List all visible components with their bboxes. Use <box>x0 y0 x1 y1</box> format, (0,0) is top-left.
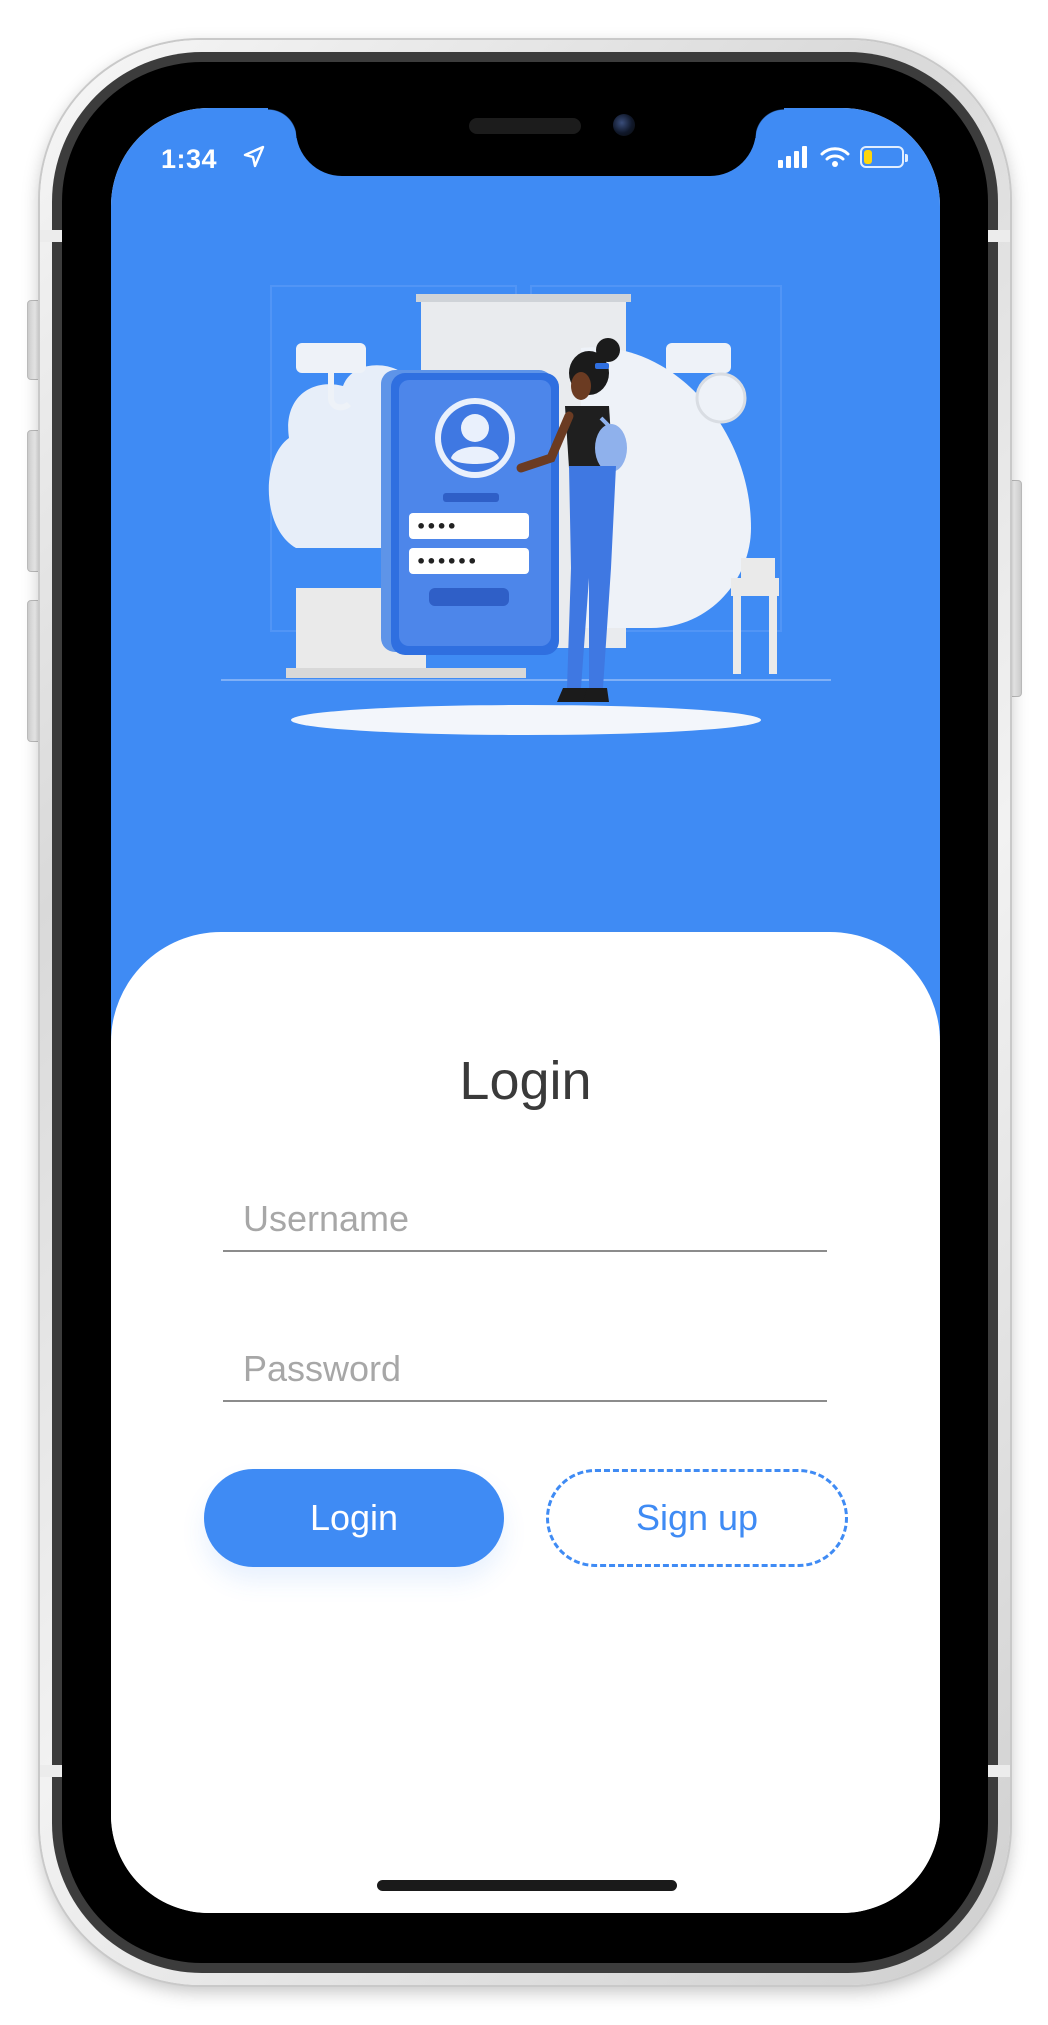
mock-password-dots-long: •••••• <box>416 552 477 571</box>
sign-up-button[interactable]: Sign up <box>546 1469 848 1567</box>
login-button-label: Login <box>309 1497 399 1538</box>
status-time: 1:34 <box>161 144 218 174</box>
battery-cap <box>905 154 908 162</box>
password-input[interactable] <box>243 1348 803 1390</box>
username-field <box>223 1170 827 1252</box>
phone-notch <box>268 108 784 176</box>
front-camera <box>613 114 635 136</box>
mock-password-dots-short: •••• <box>416 517 457 536</box>
app-screen: •••• •••••• 1:34 Login Username Login Si… <box>111 108 940 1913</box>
sign-up-button-label: Sign up <box>635 1497 759 1538</box>
wifi-icon <box>820 147 850 167</box>
location-arrow-icon <box>243 145 265 168</box>
status-icons <box>778 146 908 168</box>
login-illustration: •••• •••••• <box>221 285 831 735</box>
password-field <box>223 1320 827 1402</box>
battery-level-fill <box>864 150 872 164</box>
username-input[interactable] <box>243 1198 803 1240</box>
login-button[interactable]: Login <box>204 1469 504 1567</box>
earpiece-speaker <box>469 118 581 134</box>
home-indicator[interactable] <box>377 1880 677 1891</box>
page-title: Login <box>459 1051 592 1111</box>
login-card: Login Login Sign up <box>111 932 940 1913</box>
antenna-band-bottom-left <box>40 1765 62 1777</box>
stage: •••• •••••• 1:34 Login Username Login Si… <box>0 0 1048 2025</box>
cellular-signal-icon <box>778 146 807 168</box>
antenna-band-top-left <box>40 230 62 242</box>
antenna-band-bottom-right <box>988 1765 1010 1777</box>
antenna-band-top-right <box>988 230 1010 242</box>
battery-low-icon <box>860 146 908 168</box>
